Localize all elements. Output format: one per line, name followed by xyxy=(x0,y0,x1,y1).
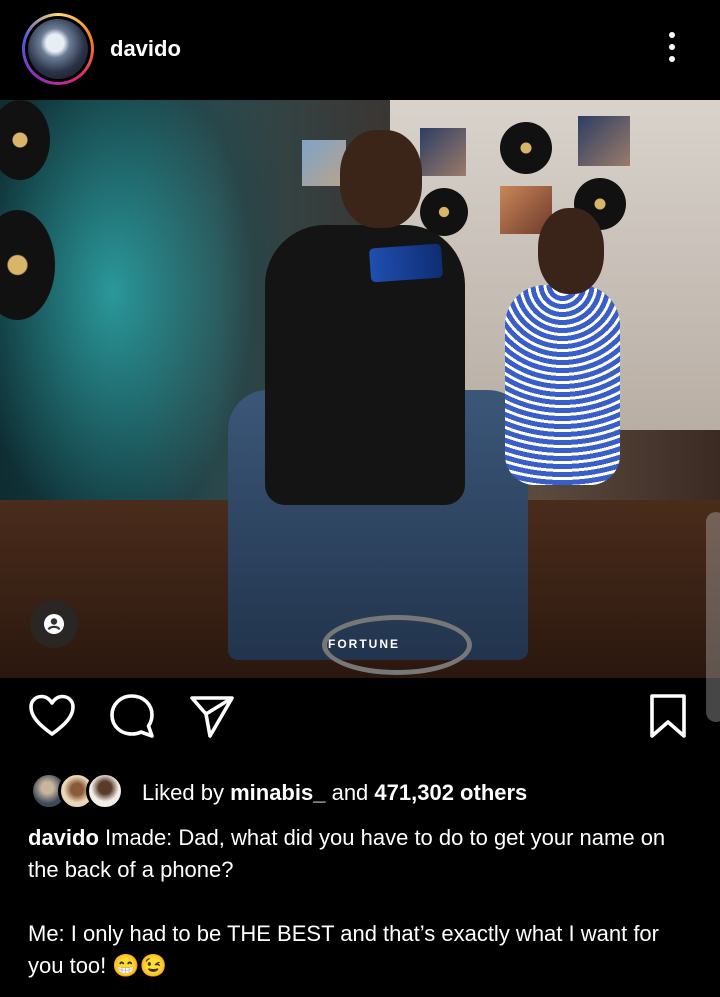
likes-summary: Liked by minabis_ and 471,302 others xyxy=(142,780,527,806)
first-liker-link[interactable]: minabis_ xyxy=(230,780,325,805)
photo-vinyl-record xyxy=(500,122,552,174)
post-header: davido xyxy=(0,0,720,100)
photo-man-head xyxy=(340,130,422,228)
more-options-icon[interactable] xyxy=(664,32,680,66)
caption-paragraph: Me: I only had to be THE BEST and that’s… xyxy=(28,918,698,982)
likes-row[interactable]: Liked by minabis_ and 471,302 others xyxy=(30,772,710,812)
caption-text: Me: I only had to be THE BEST and that’s… xyxy=(28,921,659,978)
heart-icon[interactable] xyxy=(26,690,78,742)
likes-count-link[interactable]: 471,302 others xyxy=(374,780,527,805)
photo-poster xyxy=(420,128,466,176)
photo-phone xyxy=(368,243,444,283)
caption-username[interactable]: davido xyxy=(28,825,99,850)
story-ring-avatar[interactable] xyxy=(22,13,94,85)
post-caption: davido Imade: Dad, what did you have to … xyxy=(28,822,698,982)
person-tag-icon[interactable] xyxy=(30,600,78,648)
photo-girl-head xyxy=(538,208,604,294)
photo-watermark: FORTUNE xyxy=(328,637,400,651)
send-icon[interactable] xyxy=(186,690,238,742)
bookmark-icon[interactable] xyxy=(642,690,694,742)
avatar xyxy=(28,19,88,79)
likes-prefix: Liked by xyxy=(142,780,224,805)
photo-poster xyxy=(578,116,630,166)
post-username[interactable]: davido xyxy=(110,36,181,62)
action-bar xyxy=(0,690,720,760)
photo-girl-dress xyxy=(505,285,620,485)
liker-avatar xyxy=(86,772,124,810)
caption-text: Imade: Dad, what did you have to do to g… xyxy=(28,825,666,882)
comment-icon[interactable] xyxy=(106,690,158,742)
caption-paragraph: davido Imade: Dad, what did you have to … xyxy=(28,822,698,886)
post-photo[interactable]: FORTUNE xyxy=(0,100,720,678)
likes-joiner: and xyxy=(331,780,369,805)
